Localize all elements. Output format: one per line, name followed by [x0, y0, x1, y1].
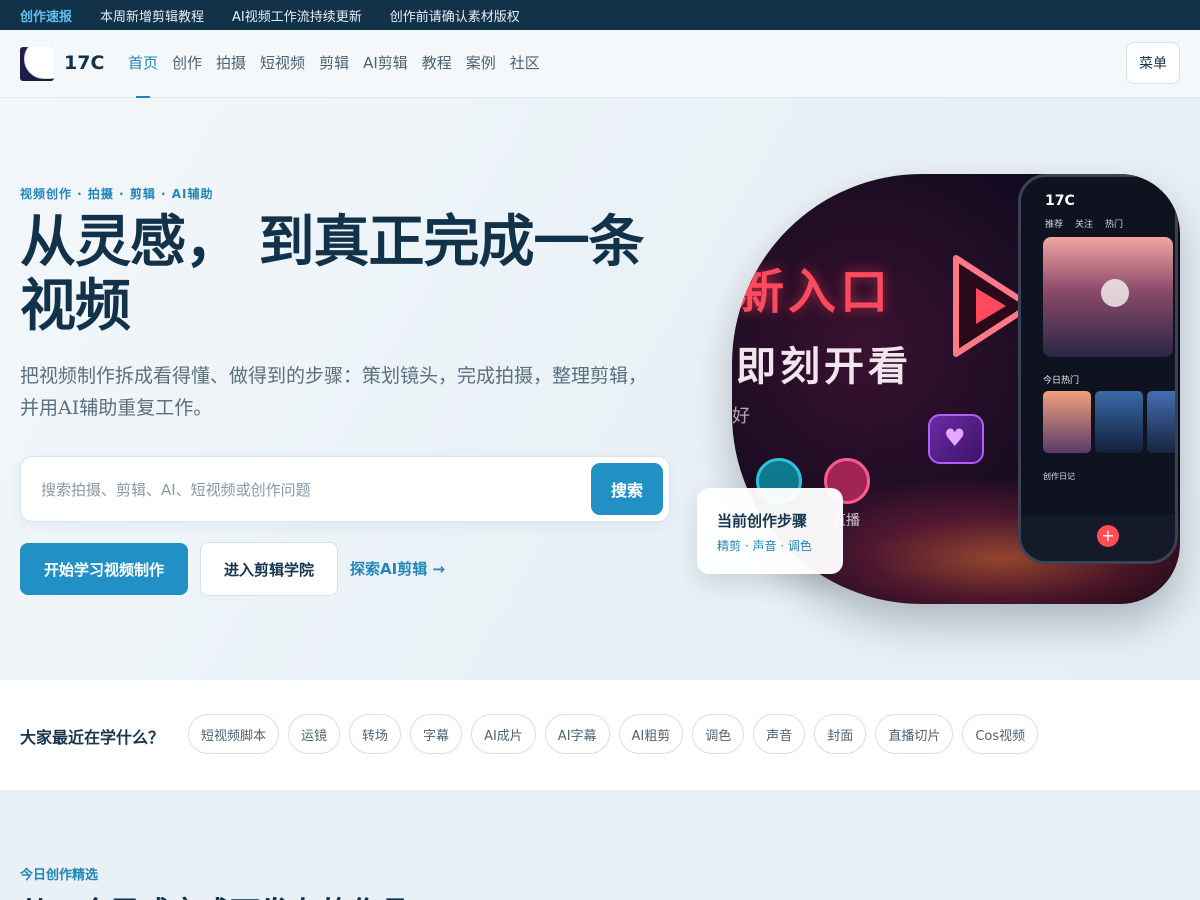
- nav-item-tutorials[interactable]: 教程: [422, 52, 452, 73]
- featured-eyebrow: 今日创作精选: [20, 868, 99, 883]
- nav-item-short-video[interactable]: 短视频: [260, 52, 305, 73]
- announcement-label: 创作速报: [20, 9, 73, 25]
- search-box: 搜索拍摄、剪辑、AI、短视频或创作问题 搜索: [20, 456, 670, 522]
- heart-icon: [928, 414, 984, 464]
- announcement-bar: 创作速报 本周新增剪辑教程 AI视频工作流持续更新 创作前请确认素材版权: [0, 0, 1200, 30]
- trending-question: 大家最近在学什么？: [20, 728, 165, 747]
- phone-brand: 17C: [1045, 193, 1075, 209]
- logo-icon[interactable]: MCSP: [20, 47, 54, 81]
- topic-tag[interactable]: Cos视频: [962, 714, 1039, 754]
- art-text-2: 即刻开看: [736, 344, 912, 390]
- menu-button[interactable]: 菜单: [1126, 42, 1180, 84]
- plus-icon: +: [1097, 525, 1119, 547]
- art-text-3: 好: [732, 406, 750, 427]
- announcement-link-1[interactable]: 本周新增剪辑教程: [100, 6, 204, 25]
- art-text-1: 新入口: [736, 264, 893, 320]
- featured-section: 今日创作精选 从一个灵感变成可发布的作品: [0, 790, 1200, 900]
- topic-tags: 短视频脚本 运镜 转场 字幕 AI成片 AI字幕 AI粗剪 调色 声音 封面 直…: [188, 714, 1039, 754]
- hero-eyebrow: 视频创作 · 拍摄 · 剪辑 · AI辅助: [20, 187, 214, 201]
- search-input[interactable]: 搜索拍摄、剪辑、AI、短视频或创作问题: [41, 479, 311, 500]
- phone-tab: 关注: [1075, 220, 1094, 230]
- nav-item-ai-edit[interactable]: AI剪辑: [363, 52, 408, 73]
- phone-tabs: 推荐 关注 热门: [1045, 217, 1123, 230]
- phone-thumbnail: [1095, 391, 1143, 453]
- announcement-link-2[interactable]: AI视频工作流持续更新: [232, 6, 362, 25]
- topic-tag[interactable]: 调色: [692, 714, 745, 754]
- hero-headline: 从灵感， 到真正完成一条视频: [20, 209, 645, 339]
- nav-item-create[interactable]: 创作: [172, 52, 202, 73]
- explore-ai-edit-link[interactable]: 探索AI剪辑 →: [350, 558, 445, 579]
- phone-tab: 热门: [1105, 220, 1124, 230]
- phone-thumbnail: [1147, 391, 1175, 453]
- trending-topics: 大家最近在学什么？ 短视频脚本 运镜 转场 字幕 AI成片 AI字幕 AI粗剪 …: [0, 680, 1200, 790]
- hero-subtitle: 把视频制作拆成看得懂、做得到的步骤：策划镜头，完成拍摄，整理剪辑，并用AI辅助重…: [20, 365, 648, 419]
- topic-tag[interactable]: 封面: [814, 714, 867, 754]
- phone-row-label: 创作日记: [1043, 472, 1075, 481]
- phone-feature-thumbnail: [1043, 237, 1173, 357]
- site-header: MCSP 17C 首页 创作 拍摄 短视频 剪辑 AI剪辑 教程 案例 社区 菜…: [0, 30, 1200, 98]
- topic-tag[interactable]: 运镜: [288, 714, 341, 754]
- topic-tag[interactable]: AI成片: [471, 714, 536, 754]
- main-nav: 首页 创作 拍摄 短视频 剪辑 AI剪辑 教程 案例 社区: [128, 52, 540, 98]
- topic-tag[interactable]: 字幕: [410, 714, 463, 754]
- topic-tag[interactable]: 直播切片: [875, 714, 954, 754]
- search-button[interactable]: 搜索: [591, 463, 663, 515]
- topic-tag[interactable]: AI粗剪: [618, 714, 684, 754]
- nav-item-edit[interactable]: 剪辑: [319, 52, 349, 73]
- brand-name[interactable]: 17C: [64, 52, 104, 74]
- editing-academy-button[interactable]: 进入剪辑学院: [200, 542, 338, 596]
- current-step-card: 当前创作步骤 精剪 · 声音 · 调色: [697, 488, 843, 574]
- step-card-steps: 精剪 · 声音 · 调色: [717, 539, 812, 553]
- featured-title: 从一个灵感变成可发布的作品: [20, 888, 410, 900]
- topic-tag[interactable]: 声音: [753, 714, 806, 754]
- topic-tag[interactable]: AI字幕: [544, 714, 610, 754]
- step-card-title: 当前创作步骤: [717, 512, 808, 530]
- topic-tag[interactable]: 短视频脚本: [188, 714, 280, 754]
- phone-mockup: 17C 推荐 关注 热门 今日热门 创作日记 +: [1018, 174, 1178, 564]
- nav-item-community[interactable]: 社区: [510, 52, 540, 73]
- topic-tag[interactable]: 转场: [349, 714, 402, 754]
- announcement-link-3[interactable]: 创作前请确认素材版权: [390, 6, 520, 25]
- phone-thumbnail: [1043, 391, 1091, 453]
- nav-item-shoot[interactable]: 拍摄: [216, 52, 246, 73]
- nav-item-cases[interactable]: 案例: [466, 52, 496, 73]
- phone-section-title: 今日热门: [1043, 376, 1080, 386]
- hero-section: 视频创作 · 拍摄 · 剪辑 · AI辅助 从灵感， 到真正完成一条视频 把视频…: [0, 98, 1200, 680]
- nav-item-home[interactable]: 首页: [128, 52, 158, 98]
- phone-tab: 推荐: [1045, 220, 1064, 230]
- logo-text: MCSP: [24, 47, 54, 79]
- start-learning-button[interactable]: 开始学习视频制作: [20, 543, 188, 595]
